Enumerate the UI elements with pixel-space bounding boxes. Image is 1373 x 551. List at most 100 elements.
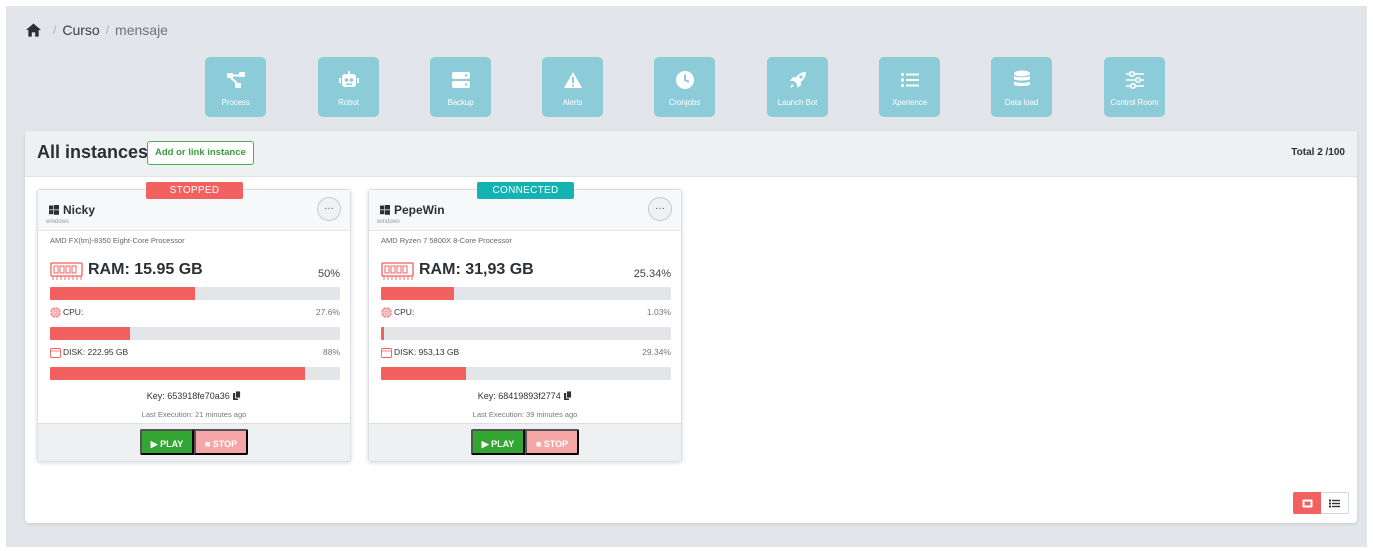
instance-name: PepeWin [394,203,445,217]
module-process-button[interactable]: Process [205,57,266,117]
processor-model: AMD Ryzen 7 5800X 8-Core Processor [381,236,512,245]
disk-label: DISK: 953,13 GB [394,347,460,357]
last-execution: Last Execution: 21 minutes ago [141,410,247,419]
page-title: All instances [37,142,149,162]
list-view-icon [1329,499,1340,507]
clock-icon [674,69,696,91]
breadcrumb-item-curso[interactable]: Curso [62,22,99,38]
ram-label: RAM: 31,93 GB [419,261,534,278]
copy-icon[interactable] [564,391,573,400]
card-view-button[interactable] [1293,492,1321,514]
instance-card: PepeWin windows ··· CONNECTED AMD Ryzen … [368,182,682,462]
stop-button[interactable]: ■ STOP [194,429,248,455]
cpu-icon [381,307,392,318]
process-icon [225,69,247,91]
ram-progress-bar [381,287,671,300]
cpu-label: CPU: [63,307,84,317]
instance-total: Total 2 /100 [1291,147,1345,158]
breadcrumb-item-mensaje: mensaje [115,22,168,38]
more-options-button[interactable]: ··· [648,197,672,221]
backup-icon [450,69,472,91]
disk-percentage: 88% [322,347,340,357]
cpu-percentage: 1.03% [646,307,671,317]
add-instance-button[interactable]: Add or link instance [147,141,254,165]
disk-percentage: 29.34% [642,347,671,357]
module-data-load-button[interactable]: Data load [991,57,1052,117]
list-icon [899,69,921,91]
breadcrumb: / Curso / mensaje [26,21,168,39]
cpu-progress-bar [50,327,340,340]
last-execution: Last Execution: 39 minutes ago [472,410,578,419]
module-alerts-button[interactable]: Alerts [542,57,603,117]
disk-label: DISK: 222.95 GB [63,347,129,357]
disk-progress-bar [381,367,671,380]
memory-icon [50,262,83,280]
ram-progress-fill [50,287,195,300]
instance-key: Key: 68419893f2774 [369,391,681,401]
cpu-label: CPU: [394,307,415,317]
status-badge: CONNECTED [477,182,574,199]
module-toolbar: Process Robot Backup Alerts Cronjobs Lau… [6,57,1367,117]
copy-icon[interactable] [233,391,242,400]
module-label: Launch Bot [777,98,818,107]
module-robot-button[interactable]: Robot [318,57,379,117]
panel-header: All instances Add or link instance Total… [25,131,1357,177]
disk-row: DISK: 222.95 GB 88% [50,346,340,360]
play-button[interactable]: ▶ PLAY [140,429,194,455]
play-button[interactable]: ▶ PLAY [471,429,525,455]
processor-model: AMD FX(tm)-8350 Eight-Core Processor [50,236,185,245]
breadcrumb-separator: / [105,23,110,37]
stop-button[interactable]: ■ STOP [525,429,579,455]
instance-key-value: Key: 653918fe70a36 [146,391,230,401]
cpu-icon [50,307,61,318]
ram-progress-fill [381,287,455,300]
status-badge: STOPPED [146,182,243,199]
module-label: Process [221,98,250,107]
module-xperience-button[interactable]: Xperience [879,57,940,117]
module-label: Backup [447,98,474,107]
windows-icon [49,205,59,215]
robot-icon [338,69,360,91]
disk-icon [381,348,392,358]
windows-icon [380,205,390,215]
card-view-icon [1302,499,1312,507]
module-label: Robot [338,98,359,107]
card-footer: ▶ PLAY ■ STOP [369,423,681,461]
module-backup-button[interactable]: Backup [430,57,491,117]
home-icon[interactable] [26,23,41,37]
module-control-room-button[interactable]: Control Room [1104,57,1165,117]
sliders-icon [1124,69,1146,91]
rocket-icon [787,69,809,91]
module-label: Data load [1004,98,1039,107]
alert-icon [562,69,584,91]
module-launch-bot-button[interactable]: Launch Bot [767,57,828,117]
database-icon [1011,69,1033,91]
cpu-progress-fill [50,327,131,340]
list-view-button[interactable] [1321,492,1349,514]
cpu-percentage: 27.6% [315,307,340,317]
cpu-progress-fill [381,327,384,340]
instance-os: windows [46,219,70,225]
instance-name: Nicky [63,203,96,217]
disk-progress-fill [50,367,306,380]
module-label: Alerts [562,98,583,107]
instance-card: Nicky windows ··· STOPPED AMD FX(tm)-835… [37,182,351,462]
instances-panel: All instances Add or link instance Total… [25,131,1357,523]
view-toggle [1293,492,1349,514]
disk-progress-fill [381,367,467,380]
module-label: Control Room [1110,98,1159,107]
cpu-progress-bar [381,327,671,340]
module-label: Cronjobs [668,98,701,107]
disk-icon [50,348,61,358]
breadcrumb-separator: / [53,23,57,37]
ram-percentage: 25.34% [633,268,671,280]
card-footer: ▶ PLAY ■ STOP [38,423,350,461]
module-cronjobs-button[interactable]: Cronjobs [654,57,715,117]
ram-percentage: 50% [317,268,340,280]
app-frame: / Curso / mensaje Process Robot Backup A… [6,6,1367,547]
instance-key-value: Key: 68419893f2774 [477,391,561,401]
ram-progress-bar [50,287,340,300]
memory-icon [381,262,414,280]
cpu-row: CPU: 27.6% [50,306,340,320]
more-options-button[interactable]: ··· [317,197,341,221]
